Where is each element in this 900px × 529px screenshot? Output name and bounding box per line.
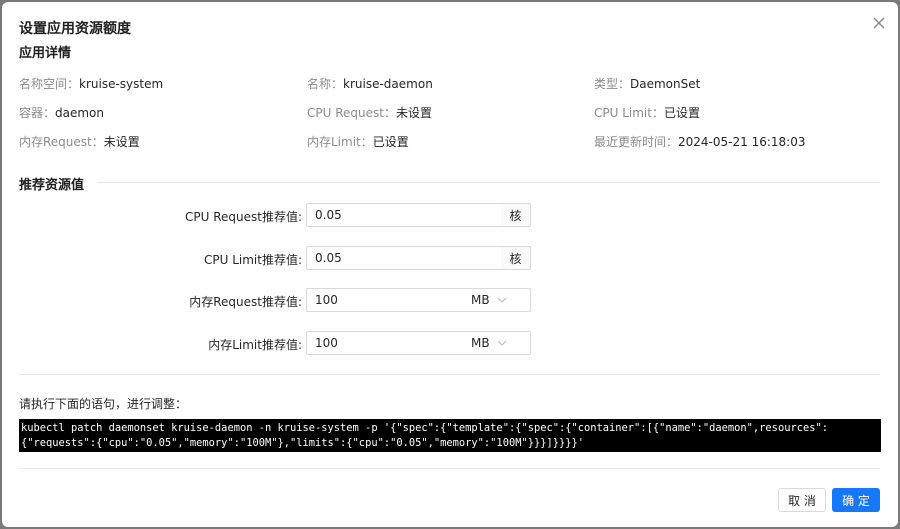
mem-request-label: 内存Request：: [19, 135, 104, 149]
cpu-limit-rec-label: CPU Limit推荐值:: [203, 253, 302, 267]
details-section-title: 应用详情: [19, 46, 72, 61]
mem-limit-unit-select[interactable]: MB: [441, 331, 531, 355]
mem-request-unit-select[interactable]: MB: [441, 288, 531, 312]
container-info: 容器：daemon: [19, 104, 104, 121]
resource-quota-dialog: 设置应用资源额度 应用详情 名称空间：kruise-system 名称：krui…: [2, 2, 898, 527]
mem-request-value: 未设置: [103, 135, 140, 149]
updated-value: 2024-05-21 16:18:03: [678, 135, 806, 149]
container-label: 容器：: [19, 106, 56, 120]
name-info: 名称：kruise-daemon: [307, 75, 433, 92]
type-value: DaemonSet: [630, 77, 701, 91]
name-value: kruise-daemon: [343, 77, 433, 91]
cpu-request-info: CPU Request：未设置: [307, 104, 432, 121]
cpu-limit-info: CPU Limit：已设置: [594, 104, 700, 121]
container-value: daemon: [55, 106, 105, 120]
namespace-value: kruise-system: [79, 77, 164, 91]
cpu-limit-value: 已设置: [663, 106, 700, 120]
cpu-limit-unit: 核: [501, 246, 531, 270]
mem-limit-info: 内存Limit：已设置: [307, 133, 409, 150]
chevron-down-icon: [497, 340, 507, 346]
command-line-2: {"requests":{"cpu":"0.05","memory":"100M…: [21, 437, 585, 449]
command-line-1: kubectl patch daemonset kruise-daemon -n…: [21, 422, 828, 434]
cpu-request-label: CPU Request：: [307, 106, 396, 120]
cpu-request-unit: 核: [501, 203, 531, 227]
ok-button[interactable]: 确 定: [832, 488, 880, 512]
updated-info: 最近更新时间：2024-05-21 16:18:03: [594, 133, 805, 150]
footer-divider: [19, 468, 880, 469]
command-hint: 请执行下面的语句，进行调整：: [19, 397, 188, 411]
command-code-block[interactable]: kubectl patch daemonset kruise-daemon -n…: [19, 419, 881, 452]
cpu-request-value: 未设置: [395, 106, 432, 120]
name-label: 名称：: [307, 77, 344, 91]
type-label: 类型：: [594, 77, 631, 91]
chevron-down-icon: [497, 297, 507, 303]
cpu-request-rec-label: CPU Request推荐值:: [184, 210, 302, 224]
mem-request-input[interactable]: [306, 288, 442, 312]
cpu-limit-label: CPU Limit：: [594, 106, 664, 120]
mem-request-info: 内存Request：未设置: [19, 133, 140, 150]
mem-limit-label: 内存Limit：: [307, 135, 373, 149]
cpu-limit-input[interactable]: [306, 246, 502, 270]
section-divider: [98, 182, 880, 183]
mem-limit-value: 已设置: [372, 135, 409, 149]
recommend-section-title: 推荐资源值: [19, 178, 85, 193]
mem-limit-rec-label: 内存Limit推荐值:: [208, 338, 302, 352]
mem-request-unit-value: MB: [471, 293, 490, 307]
divider: [19, 374, 880, 375]
namespace-info: 名称空间：kruise-system: [19, 75, 163, 92]
updated-label: 最近更新时间：: [594, 135, 679, 149]
cpu-request-input[interactable]: [306, 203, 502, 227]
mem-limit-input[interactable]: [306, 331, 442, 355]
mem-limit-unit-value: MB: [471, 336, 490, 350]
mem-request-rec-label: 内存Request推荐值:: [189, 295, 302, 309]
close-icon[interactable]: [870, 14, 888, 32]
namespace-label: 名称空间：: [19, 77, 80, 91]
dialog-title: 设置应用资源额度: [19, 21, 131, 37]
type-info: 类型：DaemonSet: [594, 75, 700, 92]
cancel-button[interactable]: 取 消: [778, 488, 826, 512]
